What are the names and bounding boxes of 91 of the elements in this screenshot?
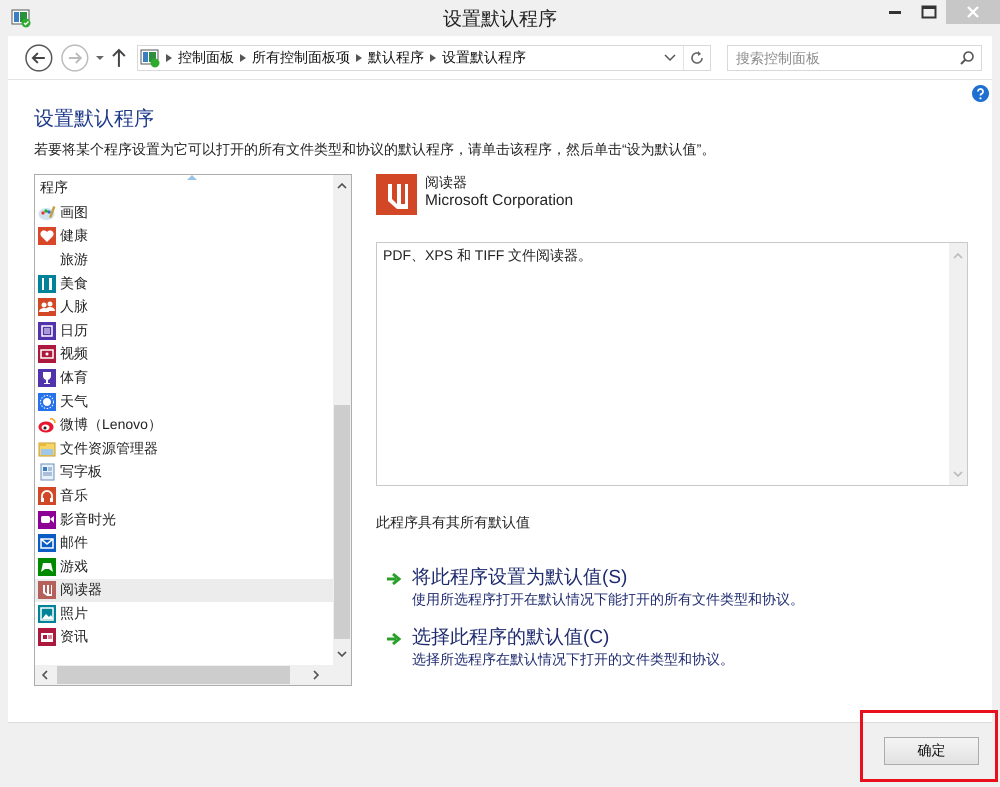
horizontal-scrollbar[interactable] [35,665,351,685]
program-name: 音乐 [60,486,88,505]
window-title: 设置默认程序 [443,9,557,30]
chevron-icon [356,54,362,62]
chevron-icon [240,54,246,62]
page-description: 若要将某个程序设置为它可以打开的所有文件类型和协议的默认程序，请单击该程序，然后单击“设为默认值”。 [34,140,716,158]
scrollbar-thumb[interactable] [57,666,290,684]
program-list-item[interactable]: 健康 [35,224,333,248]
program-list-item[interactable]: 影音时光 [35,508,333,532]
page-heading: 设置默认程序 [34,107,155,132]
scroll-left-icon[interactable] [42,670,48,680]
program-name: 健康 [60,227,88,246]
document-icon [38,463,56,482]
program-name: 美食 [60,274,88,293]
folder-icon [38,440,56,458]
program-name: 资讯 [60,628,88,646]
ok-button[interactable]: 确定 [884,737,979,765]
breadcrumb-link[interactable]: 默认程序 [368,48,424,66]
program-name: 画图 [60,204,88,222]
program-list-item[interactable]: 邮件 [35,531,333,555]
action-link[interactable]: 选择此程序的默认值(C) [412,626,734,650]
breadcrumb-link[interactable]: 控制面板 [178,48,234,66]
program-name: 影音时光 [60,510,116,529]
program-list-item[interactable]: 人脉 [35,295,333,319]
scrollbar-thumb[interactable] [334,405,350,639]
search-icon [959,50,975,66]
program-name: 视频 [60,345,88,364]
program-list-item[interactable]: 音乐 [35,484,333,508]
program-name: 游戏 [60,558,88,576]
arrow-icon[interactable] [386,632,402,646]
program-name: 阅读器 [60,581,102,600]
publisher-name: Microsoft Corporation [425,191,574,211]
scroll-right-icon[interactable] [313,670,319,680]
palette-icon [38,204,56,222]
up-arrow-icon[interactable] [111,48,128,68]
dropdown-caret-icon[interactable] [95,54,106,62]
sort-arrow-icon [187,175,197,180]
program-name: 体育 [60,368,88,387]
control-panel-icon [140,48,160,68]
eye-logo-icon [38,416,56,434]
program-list-item[interactable]: 画图 [35,201,333,225]
maximize-icon [921,5,937,19]
program-list-item[interactable]: 旅游 [35,248,333,272]
program-list-item[interactable]: 体育 [35,366,333,390]
program-name: 邮件 [60,534,88,552]
program-title: 阅读器 [425,173,468,191]
address-bar[interactable]: 控制面板 所有控制面板项 默认程序 设置默认程序 [137,44,711,70]
search-field[interactable]: 搜索控制面板 [727,44,982,70]
program-name: 旅游 [60,250,88,269]
vertical-scrollbar[interactable] [333,175,351,665]
program-list-item[interactable]: 写字板 [35,460,333,484]
description-text: PDF、XPS 和 TIFF 文件阅读器。 [383,247,592,263]
program-name: 照片 [60,604,88,623]
scroll-up-icon[interactable] [337,183,347,189]
program-list-item[interactable]: 美食 [35,272,333,296]
back-button[interactable] [24,42,54,72]
action-description: 选择所选程序在默认情况下打开的文件类型和协议。 [412,650,734,668]
program-list-item[interactable]: 游戏 [35,554,333,578]
program-name: 微博（Lenovo） [60,416,162,434]
program-name: 日历 [60,322,88,340]
program-name: 文件资源管理器 [60,440,158,458]
program-list-item[interactable]: 照片 [35,602,333,626]
scroll-up-icon [953,253,963,259]
scroll-down-icon[interactable] [337,651,347,657]
program-list-item[interactable]: 阅读器 [35,578,333,602]
program-list-item[interactable]: 天气 [35,390,333,414]
scroll-down-icon [953,471,963,477]
arrow-icon[interactable] [386,572,402,586]
action-link[interactable]: 将此程序设置为默认值(S) [412,566,804,590]
program-list-item[interactable]: 微博（Lenovo） [35,413,333,437]
program-name: 写字板 [60,463,102,482]
control-panel-icon [11,8,31,28]
program-list-item[interactable]: 视频 [35,342,333,366]
action-description: 使用所选程序打开在默认情况下能打开的所有文件类型和协议。 [412,590,804,608]
status-text: 此程序具有其所有默认值 [376,514,531,532]
breadcrumb-link[interactable]: 所有控制面板项 [252,48,350,66]
breadcrumb-link[interactable]: 设置默认程序 [442,48,526,66]
dropdown-caret-icon[interactable] [663,52,677,62]
program-name: 人脉 [60,298,88,316]
column-header[interactable]: 程序 [40,178,68,196]
chevron-icon [166,54,172,62]
program-list-item[interactable]: 资讯 [35,626,333,650]
minimize-icon [889,10,901,14]
program-name: 天气 [60,392,88,411]
reader-icon [376,174,417,215]
refresh-icon[interactable] [689,50,705,66]
chevron-icon [430,54,436,62]
close-icon [966,5,980,19]
help-icon[interactable] [972,85,989,102]
program-list-item[interactable]: 文件资源管理器 [35,436,333,461]
program-list-item[interactable]: 日历 [35,318,333,343]
